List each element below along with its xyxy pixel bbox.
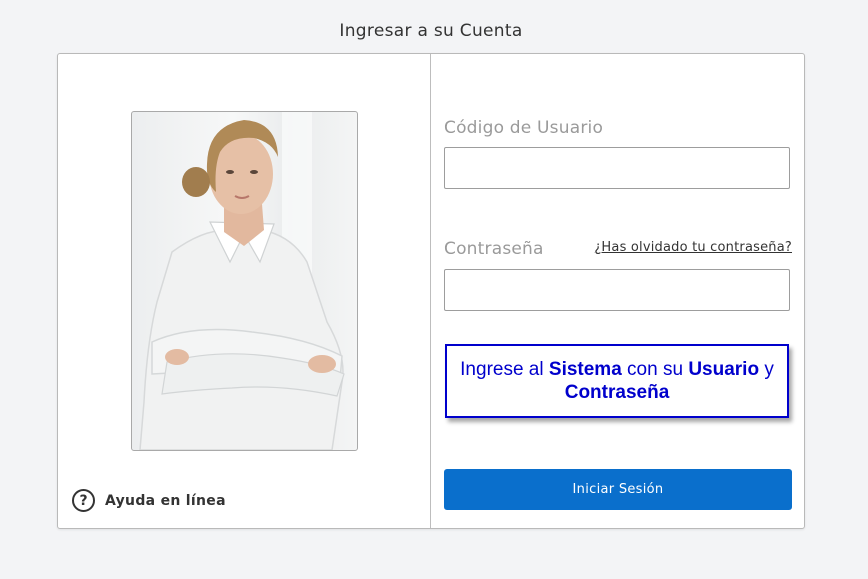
notice-bold-3: Contraseña — [564, 382, 670, 403]
login-button[interactable]: Iniciar Sesión — [444, 469, 792, 510]
help-icon: ? — [72, 489, 95, 512]
notice-bold-2: Usuario — [688, 359, 760, 380]
help-link[interactable]: ? Ayuda en línea — [72, 489, 226, 512]
notice-text-2: con su — [621, 359, 689, 380]
user-code-label: Código de Usuario — [444, 118, 604, 138]
password-label: Contraseña — [444, 239, 544, 259]
login-card: ? Ayuda en línea Código de Usuario Contr… — [57, 53, 805, 529]
forgot-password-link[interactable]: ¿Has olvidado tu contraseña? — [594, 240, 792, 255]
woman-portrait-image — [139, 112, 345, 450]
password-input[interactable] — [444, 269, 790, 311]
page-title: Ingresar a su Cuenta — [339, 21, 523, 41]
panel-divider — [430, 54, 431, 528]
help-label: Ayuda en línea — [105, 492, 226, 509]
notice-text-1: Ingrese al — [460, 359, 549, 380]
login-instructions-notice: Ingrese al Sistema con su Usuario y Cont… — [445, 344, 789, 418]
profile-photo — [131, 111, 358, 451]
notice-text-3: y — [759, 359, 774, 380]
notice-bold-1: Sistema — [548, 359, 622, 380]
notice-text: Ingrese al Sistema con su Usuario y Cont… — [460, 358, 774, 404]
user-code-input[interactable] — [444, 147, 790, 189]
